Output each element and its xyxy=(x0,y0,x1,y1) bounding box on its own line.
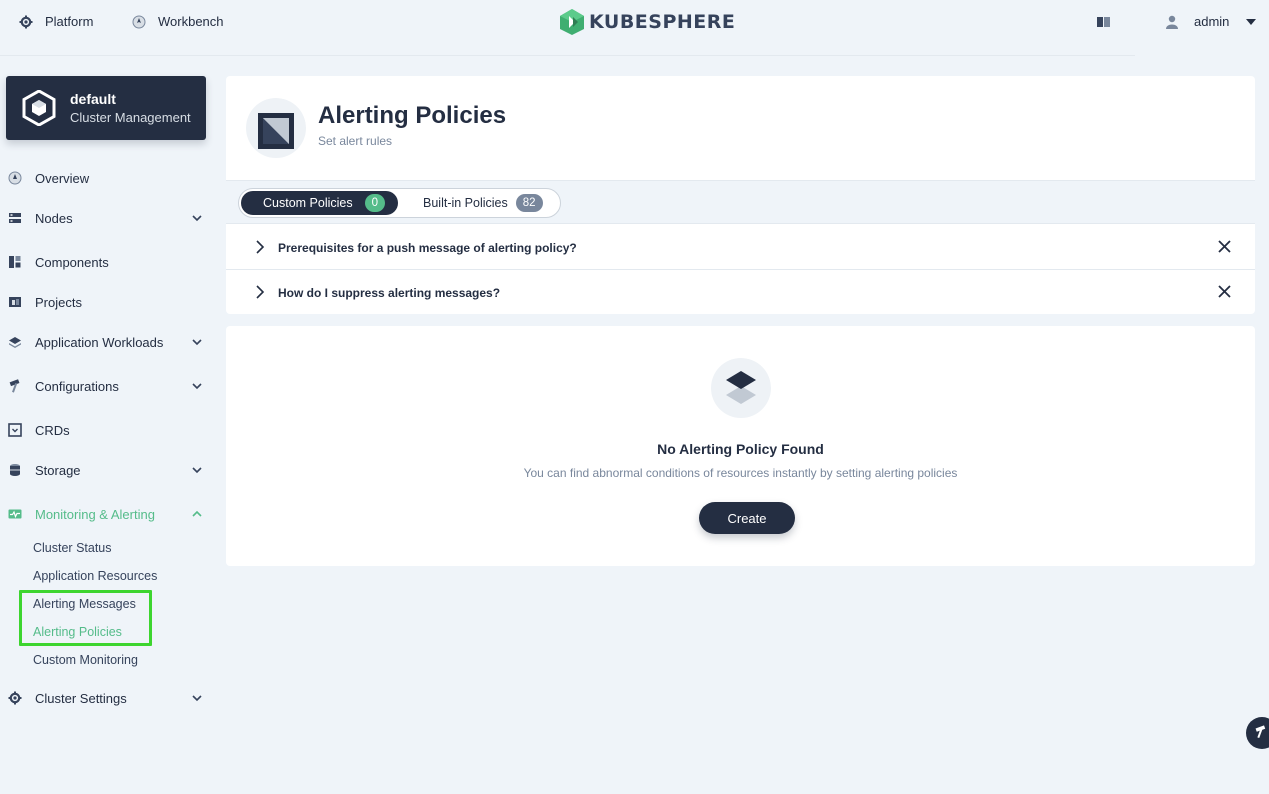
empty-title: No Alerting Policy Found xyxy=(657,441,824,457)
tabs-bar: Custom Policies 0 Built-in Policies 82 xyxy=(226,180,1255,224)
kubesphere-logo[interactable]: KUBESPHERE xyxy=(559,8,735,36)
sidebar-item-configurations[interactable]: Configurations xyxy=(0,371,216,401)
empty-description: You can find abnormal conditions of reso… xyxy=(523,466,958,480)
cluster-name: default xyxy=(70,91,116,107)
user-icon xyxy=(1166,15,1178,29)
empty-state-panel: No Alerting Policy Found You can find ab… xyxy=(226,326,1255,566)
crd-icon xyxy=(8,423,22,437)
server-icon xyxy=(9,213,21,223)
cluster-card[interactable]: default Cluster Management xyxy=(6,76,206,140)
create-button[interactable]: Create xyxy=(699,502,795,534)
gear-icon xyxy=(19,15,33,28)
chevron-down-icon xyxy=(192,467,202,474)
logo-text: KUBESPHERE xyxy=(589,11,736,33)
projects-icon xyxy=(9,297,21,307)
sidebar-item-nodes[interactable]: Nodes xyxy=(0,203,216,233)
platform-link[interactable]: Platform xyxy=(19,14,93,29)
sidebar-item-application-workloads[interactable]: Application Workloads xyxy=(0,327,216,357)
book-icon[interactable] xyxy=(1097,16,1111,28)
close-icon[interactable] xyxy=(1217,239,1232,254)
user-name: admin xyxy=(1194,14,1230,29)
sidebar-subitem-custom-monitoring[interactable]: Custom Monitoring xyxy=(33,653,138,667)
sidebar-subitem-application-resources[interactable]: Application Resources xyxy=(33,569,157,583)
count-badge: 0 xyxy=(364,194,386,212)
count-badge: 82 xyxy=(515,194,543,212)
compass-icon xyxy=(132,15,146,28)
page-description: Set alert rules xyxy=(318,134,393,148)
monitor-pulse-icon xyxy=(8,509,22,519)
cluster-icon xyxy=(22,90,56,126)
platform-label: Platform xyxy=(45,14,94,29)
sidebar-item-storage[interactable]: Storage xyxy=(0,455,216,485)
user-menu[interactable]: admin xyxy=(1166,14,1257,29)
top-bar: Platform Workbench KUBESPHERE admin xyxy=(0,0,1269,44)
sidebar-item-overview[interactable]: Overview xyxy=(0,163,216,193)
dashboard-icon xyxy=(8,171,22,185)
sidebar-item-cluster-settings[interactable]: Cluster Settings xyxy=(0,683,216,713)
components-icon xyxy=(9,256,21,268)
sidebar-item-projects[interactable]: Projects xyxy=(0,287,216,317)
sidebar-item-monitoring-alerting[interactable]: Monitoring & Alerting xyxy=(0,499,216,529)
chevron-right-icon xyxy=(256,240,265,254)
chevron-up-icon xyxy=(192,510,202,517)
gear-icon xyxy=(8,691,22,705)
faq-item[interactable]: Prerequisites for a push message of aler… xyxy=(226,225,1255,270)
page-icon xyxy=(246,98,306,158)
chevron-down-icon xyxy=(192,695,202,702)
toolbox-button[interactable] xyxy=(1246,717,1269,749)
faq-question: How do I suppress alerting messages? xyxy=(278,286,501,300)
kubesphere-logo-icon xyxy=(560,9,584,35)
page-title: Alerting Policies xyxy=(318,102,507,129)
workbench-link[interactable]: Workbench xyxy=(132,14,224,29)
top-divider xyxy=(0,55,1135,56)
page-header-panel: Alerting Policies Set alert rules Custom… xyxy=(226,76,1255,314)
tab-custom-policies[interactable]: Custom Policies 0 xyxy=(241,191,398,215)
highlight-box xyxy=(19,590,152,646)
tab-built-in-policies[interactable]: Built-in Policies 82 xyxy=(411,191,561,215)
hammer-icon xyxy=(1255,725,1266,739)
faq-question: Prerequisites for a push message of aler… xyxy=(278,241,577,255)
workbench-label: Workbench xyxy=(158,14,224,29)
close-icon[interactable] xyxy=(1217,284,1232,299)
layers-icon xyxy=(9,337,21,348)
sidebar-subitem-cluster-status[interactable]: Cluster Status xyxy=(33,541,112,555)
faq-item[interactable]: How do I suppress alerting messages? xyxy=(226,270,1255,315)
policy-tabs: Custom Policies 0 Built-in Policies 82 xyxy=(238,188,561,218)
database-icon xyxy=(10,464,20,476)
chevron-right-icon xyxy=(256,285,265,299)
sidebar-item-components[interactable]: Components xyxy=(0,247,216,277)
caret-down-icon xyxy=(1246,18,1257,25)
chevron-down-icon xyxy=(192,339,202,346)
chevron-down-icon xyxy=(192,215,202,222)
chevron-down-icon xyxy=(192,383,202,390)
sidebar-item-crds[interactable]: CRDs xyxy=(0,415,216,445)
cluster-subtitle: Cluster Management xyxy=(70,110,191,125)
hammer-icon xyxy=(9,379,20,393)
alert-policy-icon xyxy=(258,98,306,149)
empty-layers-icon xyxy=(711,358,771,418)
